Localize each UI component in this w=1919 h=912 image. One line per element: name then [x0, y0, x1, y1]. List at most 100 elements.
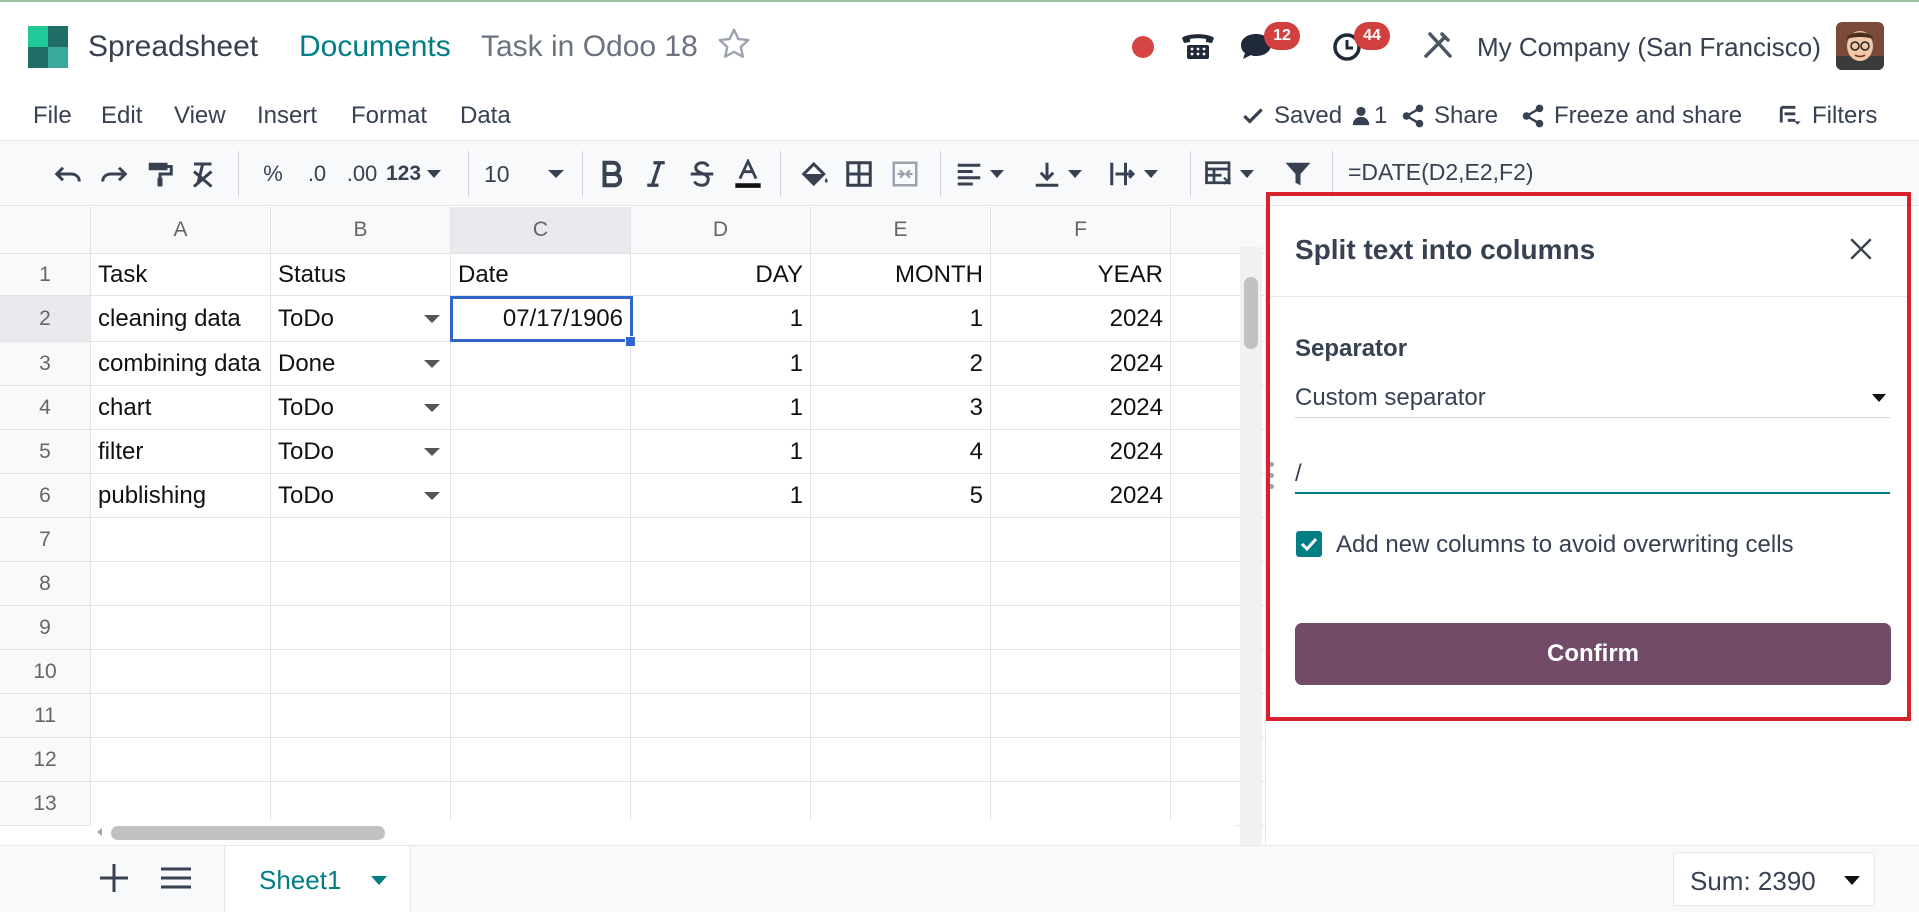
row-header[interactable]: 12: [0, 738, 91, 782]
row-header[interactable]: 5: [0, 430, 91, 474]
breadcrumb-documents[interactable]: Documents: [299, 30, 451, 64]
sheet-tab[interactable]: Sheet1: [224, 846, 411, 912]
grid-cell[interactable]: [451, 650, 631, 694]
grid-cell[interactable]: [451, 694, 631, 738]
grid-cell[interactable]: [631, 694, 811, 738]
grid-cell[interactable]: [91, 518, 271, 562]
merge-cells-button[interactable]: [888, 155, 922, 193]
row-header[interactable]: 10: [0, 650, 91, 694]
grid-cell[interactable]: chart: [91, 386, 271, 430]
grid-cell[interactable]: [811, 562, 991, 606]
menu-edit[interactable]: Edit: [101, 102, 142, 130]
grid-cell[interactable]: MONTH: [811, 254, 991, 296]
grid-cell[interactable]: Task: [91, 254, 271, 296]
scroll-left-arrow-icon[interactable]: [97, 828, 102, 836]
grid-cell[interactable]: cleaning data: [91, 296, 271, 342]
spreadsheet-grid[interactable]: A B C D E F 1 Task Status Date DAY MONTH YEAR 2…: [0, 207, 1265, 845]
row-header[interactable]: 1: [0, 254, 91, 296]
format-percent-button[interactable]: %: [258, 155, 288, 193]
status-dropdown-arrow-icon[interactable]: [424, 359, 440, 368]
add-columns-checkbox-label[interactable]: Add new columns to avoid overwriting cel…: [1336, 531, 1794, 559]
grid-cell[interactable]: 2024: [991, 296, 1171, 342]
column-header-d[interactable]: D: [631, 207, 811, 254]
increase-decimal-button[interactable]: .00: [342, 155, 382, 193]
breadcrumb-current-document[interactable]: Task in Odoo 18: [481, 30, 698, 64]
add-columns-checkbox[interactable]: [1296, 531, 1322, 557]
vertical-scrollbar[interactable]: [1240, 247, 1262, 845]
grid-cell[interactable]: 2024: [991, 342, 1171, 386]
text-color-button[interactable]: [730, 155, 766, 193]
grid-cell[interactable]: [91, 738, 271, 782]
grid-cell[interactable]: [271, 694, 451, 738]
filter-button[interactable]: [1280, 155, 1316, 193]
confirm-button[interactable]: Confirm: [1295, 623, 1891, 685]
grid-cell[interactable]: [811, 738, 991, 782]
grid-cell[interactable]: 1: [631, 342, 811, 386]
separator-select[interactable]: Custom separator: [1295, 378, 1890, 418]
italic-button[interactable]: [640, 155, 672, 193]
menu-file[interactable]: File: [33, 102, 72, 130]
grid-cell[interactable]: [451, 606, 631, 650]
grid-cell[interactable]: combining data: [91, 342, 271, 386]
tools-icon[interactable]: [1418, 26, 1458, 64]
row-header[interactable]: 2: [0, 296, 91, 342]
grid-cell[interactable]: 1: [631, 386, 811, 430]
menu-format[interactable]: Format: [351, 102, 427, 130]
table-style-dropdown[interactable]: [1204, 155, 1266, 193]
number-format-dropdown[interactable]: 123: [386, 155, 448, 193]
grid-cell[interactable]: [991, 650, 1171, 694]
grid-cell[interactable]: [271, 562, 451, 606]
grid-cell[interactable]: 4: [811, 430, 991, 474]
menu-insert[interactable]: Insert: [257, 102, 317, 130]
grid-cell[interactable]: [271, 606, 451, 650]
close-icon[interactable]: [1848, 236, 1874, 262]
fill-color-button[interactable]: [798, 155, 832, 193]
column-header-c[interactable]: C: [451, 207, 631, 254]
grid-cell[interactable]: 5: [811, 474, 991, 518]
sheet-list-menu-icon[interactable]: [158, 860, 194, 896]
grid-cell[interactable]: [811, 518, 991, 562]
panel-resize-grip-icon[interactable]: [1269, 462, 1275, 498]
status-dropdown-arrow-icon[interactable]: [424, 491, 440, 500]
grid-cell[interactable]: Status: [271, 254, 451, 296]
collaborators-indicator[interactable]: 1: [1350, 102, 1387, 130]
formula-bar[interactable]: =DATE(D2,E2,F2): [1348, 159, 1534, 186]
grid-cell[interactable]: Date: [451, 254, 631, 296]
app-name[interactable]: Spreadsheet: [88, 30, 258, 64]
add-sheet-icon[interactable]: [96, 860, 132, 896]
grid-cell[interactable]: [811, 606, 991, 650]
grid-cell[interactable]: [271, 518, 451, 562]
undo-button[interactable]: [50, 155, 86, 193]
text-wrapping-dropdown[interactable]: [1108, 155, 1174, 193]
row-header[interactable]: 9: [0, 606, 91, 650]
status-dropdown-arrow-icon[interactable]: [424, 447, 440, 456]
paint-format-button[interactable]: [142, 155, 178, 193]
column-header-b[interactable]: B: [271, 207, 451, 254]
horizontal-scrollbar[interactable]: [91, 820, 1235, 844]
row-header[interactable]: 13: [0, 782, 91, 826]
spreadsheet-logo-icon[interactable]: [28, 26, 68, 68]
phone-icon[interactable]: [1178, 26, 1218, 64]
grid-cell[interactable]: [451, 342, 631, 386]
bold-button[interactable]: [596, 155, 628, 193]
grid-cell[interactable]: ToDo: [271, 474, 451, 518]
grid-cell[interactable]: [991, 518, 1171, 562]
grid-cell[interactable]: 2024: [991, 430, 1171, 474]
grid-cell[interactable]: YEAR: [991, 254, 1171, 296]
horizontal-scrollbar-thumb[interactable]: [111, 826, 385, 840]
clear-format-button[interactable]: [186, 155, 222, 193]
menu-view[interactable]: View: [174, 102, 226, 130]
grid-cell[interactable]: 1: [811, 296, 991, 342]
grid-cell[interactable]: publishing: [91, 474, 271, 518]
column-header-e[interactable]: E: [811, 207, 991, 254]
grid-cell[interactable]: [91, 562, 271, 606]
star-icon[interactable]: [716, 26, 752, 62]
grid-cell[interactable]: filter: [91, 430, 271, 474]
grid-cell[interactable]: [631, 738, 811, 782]
avatar[interactable]: [1836, 22, 1884, 70]
row-header[interactable]: 4: [0, 386, 91, 430]
grid-cell[interactable]: [631, 518, 811, 562]
status-dropdown-arrow-icon[interactable]: [424, 314, 440, 323]
grid-cell[interactable]: [451, 562, 631, 606]
grid-cell[interactable]: [91, 650, 271, 694]
